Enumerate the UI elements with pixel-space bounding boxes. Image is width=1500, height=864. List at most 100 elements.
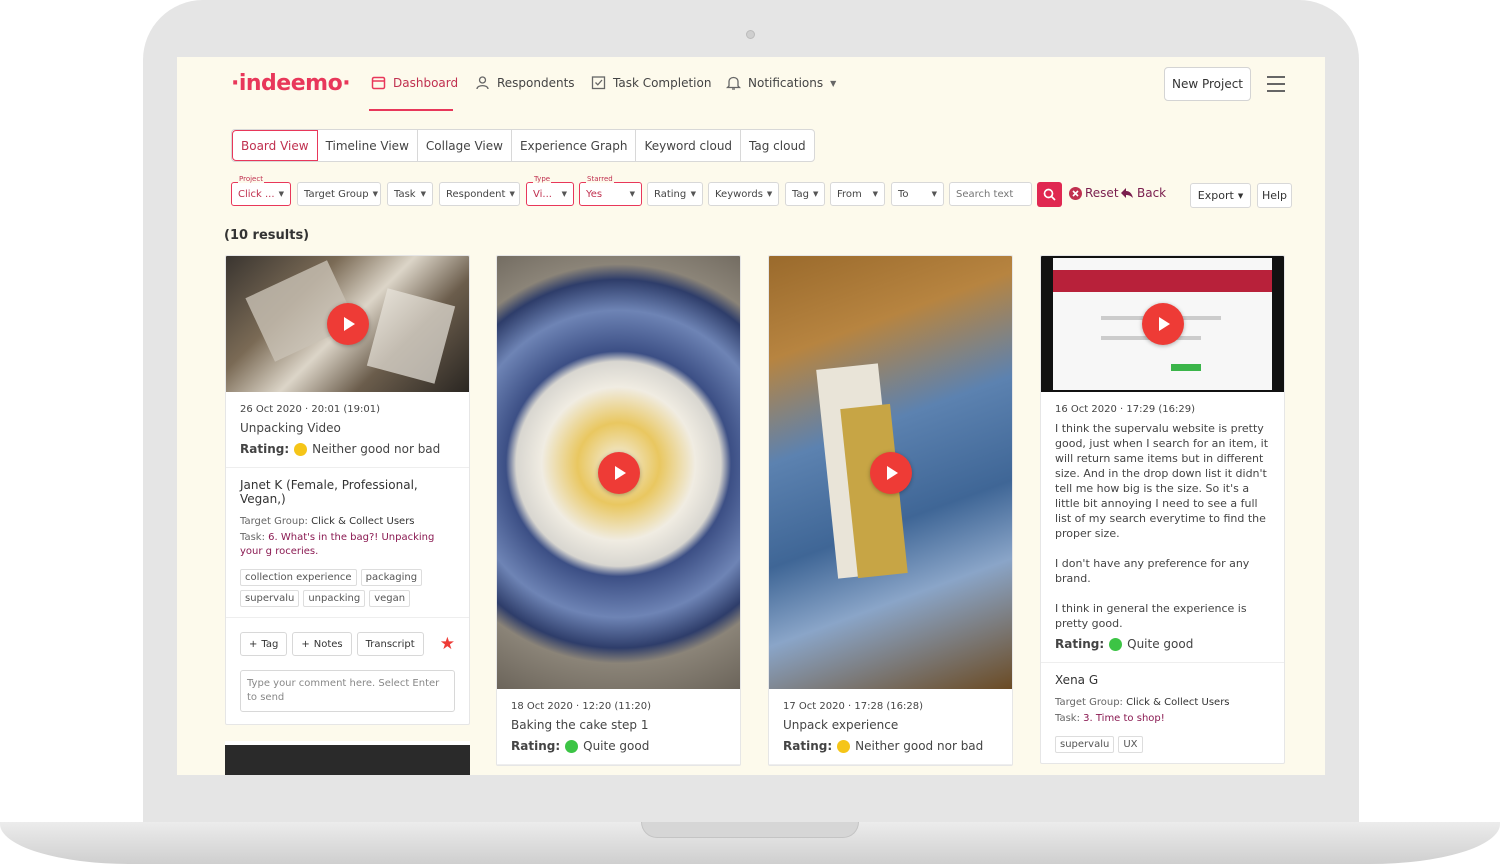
laptop-notch xyxy=(641,822,859,838)
new-project-button[interactable]: New Project xyxy=(1164,67,1251,101)
card-rating: Rating: Quite good xyxy=(1055,637,1270,652)
caret-down-icon: ▼ xyxy=(629,190,635,198)
video-thumbnail[interactable] xyxy=(226,256,469,392)
tab-tag-cloud[interactable]: Tag cloud xyxy=(741,130,814,161)
export-button[interactable]: Export ▼ xyxy=(1190,183,1251,208)
target-group-value: Click & Collect Users xyxy=(311,516,415,527)
comment-input[interactable]: Type your comment here. Select Enter to … xyxy=(240,670,455,712)
play-icon[interactable] xyxy=(1141,303,1184,345)
starred-filter[interactable]: Starred Yes ▼ xyxy=(579,175,642,206)
view-tabs: Board View Timeline View Collage View Ex… xyxy=(231,129,815,162)
chevron-down-icon: ▼ xyxy=(830,78,837,88)
from-date-filter-label: From xyxy=(837,188,862,200)
rating-label: Rating: xyxy=(511,739,561,753)
caret-down-icon: ▼ xyxy=(509,190,515,198)
tab-keyword-cloud[interactable]: Keyword cloud xyxy=(636,130,742,161)
play-icon[interactable] xyxy=(869,451,912,494)
task-line: Task: 3. Time to shop! xyxy=(1055,712,1270,726)
tag-chip[interactable]: packaging xyxy=(360,569,423,586)
add-notes-button[interactable]: + Notes xyxy=(292,632,352,656)
rating-label: Rating: xyxy=(240,442,290,456)
calendar-icon xyxy=(371,76,386,90)
caret-down-icon: ▼ xyxy=(690,190,696,198)
tab-timeline-view[interactable]: Timeline View xyxy=(318,130,418,161)
task-label: Task: xyxy=(1055,713,1080,724)
project-filter-value: Click ... xyxy=(238,188,275,200)
checkbox-icon xyxy=(591,76,606,90)
task-link[interactable]: 6. What's in the bag?! Unpacking your g … xyxy=(240,532,434,557)
caret-down-icon: ▼ xyxy=(872,190,878,198)
nav-notifications[interactable]: Notifications ▼ xyxy=(726,75,836,91)
neutral-face-icon xyxy=(837,740,851,753)
media-card: 26 Oct 2020 · 20:01 (19:01) Unpacking Vi… xyxy=(225,255,470,725)
search-icon xyxy=(1043,188,1056,201)
video-thumbnail[interactable] xyxy=(497,256,740,689)
tag-filter[interactable]: Tag ▼ xyxy=(785,182,825,206)
keywords-filter[interactable]: Keywords ▼ xyxy=(708,182,779,206)
play-icon[interactable] xyxy=(326,303,369,345)
reset-button[interactable]: Reset xyxy=(1069,186,1119,200)
tag-chip[interactable]: collection experience xyxy=(240,569,357,586)
respondent-filter-label: Respondent xyxy=(446,188,506,200)
media-card-thumbnail[interactable] xyxy=(225,741,470,775)
task-filter[interactable]: Task ▼ xyxy=(387,182,433,206)
rating-filter[interactable]: Rating ▼ xyxy=(647,182,703,206)
tab-board-view[interactable]: Board View xyxy=(232,130,318,161)
tag-list: supervalu UX xyxy=(1055,736,1270,753)
nav-task-completion-label: Task Completion xyxy=(613,75,712,90)
caret-down-icon: ▼ xyxy=(812,190,819,198)
target-group-filter[interactable]: Target Group ▼ xyxy=(297,182,381,206)
help-button[interactable]: Help xyxy=(1257,183,1292,208)
caret-down-icon: ▼ xyxy=(420,190,426,198)
media-card: 17 Oct 2020 · 17:28 (16:28) Unpack exper… xyxy=(768,255,1013,766)
respondent-filter[interactable]: Respondent ▼ xyxy=(439,182,520,206)
tab-collage-view[interactable]: Collage View xyxy=(418,130,512,161)
nav-task-completion[interactable]: Task Completion xyxy=(591,75,711,90)
task-label: Task: xyxy=(240,532,265,543)
video-thumbnail[interactable] xyxy=(1041,256,1284,392)
media-card: 18 Oct 2020 · 12:20 (11:20) Baking the c… xyxy=(496,255,741,766)
project-filter[interactable]: Project Click ... ▼ xyxy=(231,175,291,206)
tag-chip[interactable]: vegan xyxy=(369,590,411,607)
nav-respondents[interactable]: Respondents xyxy=(475,75,575,90)
type-filter-label: Type xyxy=(533,175,552,183)
search-button[interactable] xyxy=(1037,182,1062,207)
tag-list: collection experience packaging superval… xyxy=(240,569,455,607)
keywords-filter-label: Keywords xyxy=(715,188,763,200)
card-rating: Rating: Neither good nor bad xyxy=(240,442,455,457)
tag-chip[interactable]: supervalu xyxy=(240,590,300,607)
plus-icon: + xyxy=(249,638,258,650)
type-filter-value: Vi... xyxy=(533,188,552,200)
from-date-filter[interactable]: From ▼ xyxy=(830,182,885,206)
rating-value: Neither good nor bad xyxy=(855,739,984,753)
hamburger-menu-icon[interactable] xyxy=(1267,76,1285,92)
caret-down-icon: ▼ xyxy=(372,190,378,198)
card-rating: Rating: Quite good xyxy=(511,739,726,754)
type-filter[interactable]: Type Vi... ▼ xyxy=(526,175,574,206)
respondent-name[interactable]: Xena G xyxy=(1055,673,1270,687)
task-link[interactable]: 3. Time to shop! xyxy=(1083,713,1165,724)
card-date: 18 Oct 2020 · 12:20 (11:20) xyxy=(511,701,651,712)
user-icon xyxy=(476,76,489,90)
add-tag-button[interactable]: + Tag xyxy=(240,632,288,656)
respondent-name[interactable]: Janet K (Female, Professional, Vegan,) xyxy=(240,478,455,506)
plus-icon: + xyxy=(301,638,310,650)
caret-down-icon: ▼ xyxy=(561,190,567,198)
camera-icon xyxy=(746,30,755,39)
play-icon[interactable] xyxy=(597,451,640,494)
tag-chip[interactable]: UX xyxy=(1118,736,1143,753)
to-date-filter[interactable]: To ▼ xyxy=(891,182,944,206)
back-button[interactable]: Back xyxy=(1120,186,1166,200)
tag-chip[interactable]: unpacking xyxy=(303,590,366,607)
search-input[interactable] xyxy=(949,182,1032,206)
transcript-button[interactable]: Transcript xyxy=(356,632,424,656)
tag-chip[interactable]: supervalu xyxy=(1055,736,1115,753)
video-thumbnail[interactable] xyxy=(769,256,1012,689)
card-date: 17 Oct 2020 · 17:28 (16:28) xyxy=(783,701,923,712)
target-group-label: Target Group: xyxy=(1055,697,1123,708)
logo[interactable]: ·indeemo· xyxy=(231,71,351,96)
star-icon[interactable]: ★ xyxy=(440,634,455,654)
nav-dashboard[interactable]: Dashboard xyxy=(371,75,458,90)
card-title: Unpacking Video xyxy=(240,421,341,435)
tab-experience-graph[interactable]: Experience Graph xyxy=(512,130,637,161)
